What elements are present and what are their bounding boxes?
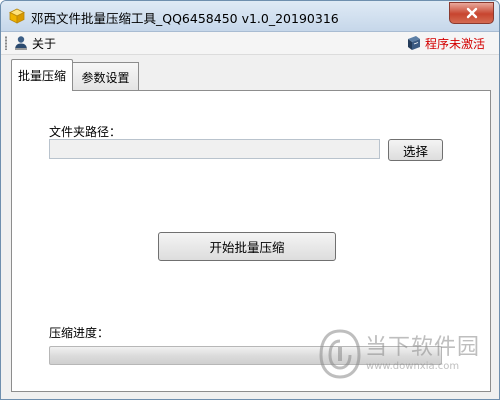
folder-path-input[interactable]	[49, 139, 380, 159]
close-icon	[466, 7, 477, 19]
activation-status-text: 程序未激活	[424, 36, 485, 51]
menu-bar: 关于 程序未激活	[1, 32, 499, 55]
book-icon	[407, 36, 420, 50]
close-button[interactable]	[449, 2, 494, 24]
tab-label: 批量压缩	[17, 69, 66, 83]
select-folder-button[interactable]: 选择	[388, 139, 443, 161]
about-menu-item[interactable]: 关于	[13, 34, 56, 52]
folder-path-label: 文件夹路径：	[49, 125, 122, 139]
window-title: 邓西文件批量压缩工具_QQ6458450 v1.0_20190316	[31, 11, 339, 26]
tab-settings[interactable]: 参数设置	[73, 62, 139, 91]
tab-batch-compress[interactable]: 批量压缩	[11, 59, 73, 91]
user-icon	[15, 36, 27, 50]
title-bar[interactable]: 邓西文件批量压缩工具_QQ6458450 v1.0_20190316	[1, 1, 499, 32]
about-label: 关于	[32, 36, 57, 51]
batch-compress-panel: 文件夹路径： 选择 开始批量压缩 压缩进度：	[11, 90, 491, 392]
app-window: 邓西文件批量压缩工具_QQ6458450 v1.0_20190316 关于 程序…	[0, 0, 500, 400]
box-icon	[9, 8, 25, 24]
progress-label: 压缩进度：	[49, 326, 110, 340]
activation-status-item[interactable]: 程序未激活	[406, 34, 485, 52]
tab-label: 参数设置	[81, 70, 130, 85]
toolbar-grip[interactable]	[5, 36, 7, 50]
start-compress-button[interactable]: 开始批量压缩	[158, 232, 336, 261]
compress-progress-bar	[49, 346, 442, 365]
tab-control: 批量压缩 参数设置 文件夹路径： 选择 开始批量压缩 压缩进度：	[11, 59, 491, 392]
